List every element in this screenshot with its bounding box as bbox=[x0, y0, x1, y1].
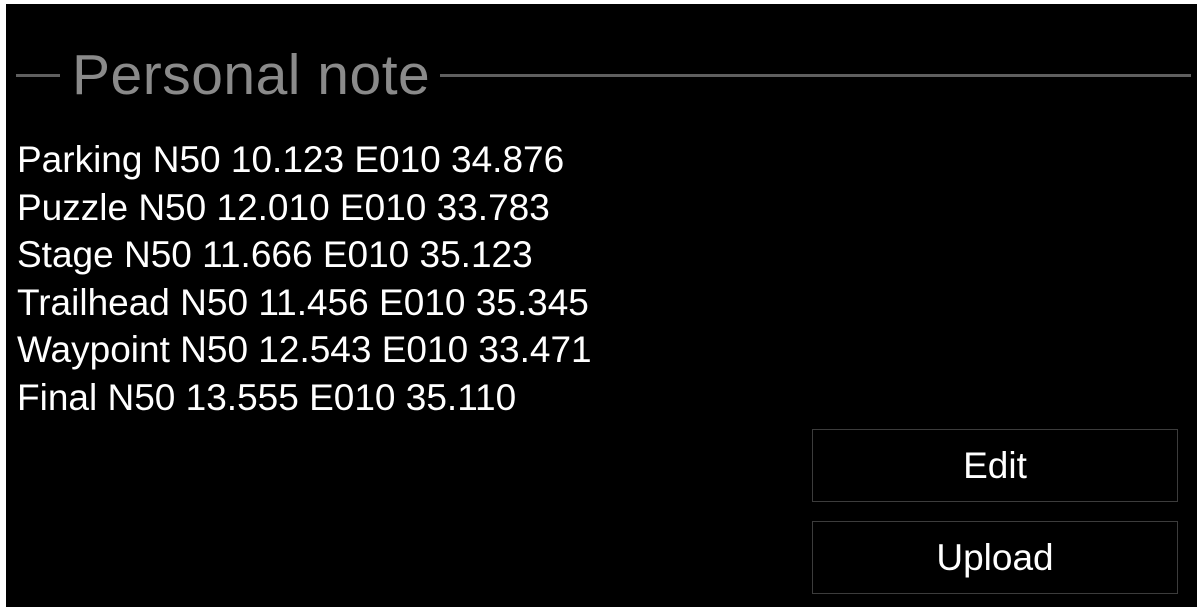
note-line: Parking N50 10.123 E010 34.876 bbox=[17, 139, 565, 180]
header-divider-right bbox=[440, 73, 1191, 77]
note-line: Waypoint N50 12.543 E010 33.471 bbox=[17, 329, 592, 370]
personal-note-text: Parking N50 10.123 E010 34.876 Puzzle N5… bbox=[17, 136, 797, 421]
edit-button[interactable]: Edit bbox=[812, 429, 1178, 502]
note-line: Stage N50 11.666 E010 35.123 bbox=[17, 234, 533, 275]
header-divider-left bbox=[16, 73, 60, 77]
upload-button[interactable]: Upload bbox=[812, 521, 1178, 594]
section-header: Personal note bbox=[16, 40, 1191, 110]
section-title: Personal note bbox=[72, 43, 431, 107]
note-line: Final N50 13.555 E010 35.110 bbox=[17, 376, 517, 418]
personal-note-panel: Personal note Parking N50 10.123 E010 34… bbox=[6, 4, 1197, 607]
note-line: Trailhead N50 11.456 E010 35.345 bbox=[17, 281, 589, 323]
note-line: Puzzle N50 12.010 E010 33.783 bbox=[17, 186, 550, 228]
